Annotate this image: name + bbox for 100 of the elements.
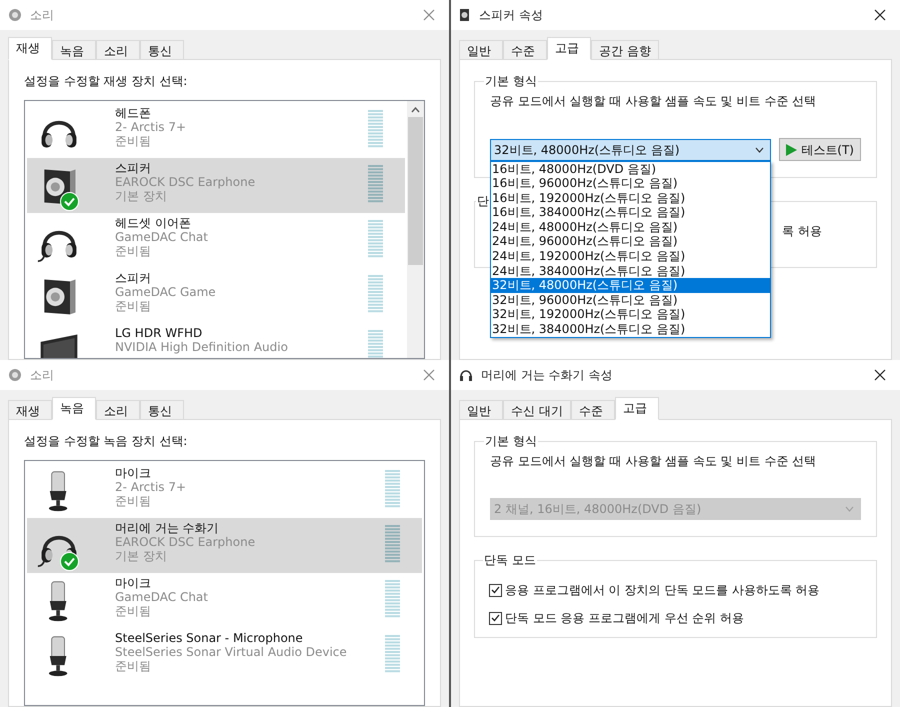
tab[interactable]: 수준 [570,400,615,420]
close-icon[interactable] [874,9,886,21]
window-title: 스피커 속성 [479,7,543,24]
device-status: 준비됨 [115,134,152,148]
device-name: 마이크 [115,576,152,590]
tab[interactable]: 녹음 [52,40,96,60]
tab[interactable]: 소리 [96,40,140,60]
scrollbar-track[interactable] [407,101,424,358]
option-label: 록 허용 [782,223,823,240]
device-status: 준비됨 [115,659,152,673]
level-meter [368,220,383,258]
dropdown-option[interactable]: 16비트, 96000Hz(스튜디오 음질) [491,176,770,191]
dropdown-option[interactable]: 32비트, 384000Hz(스튜디오 음질) [491,322,770,337]
dropdown-option[interactable]: 32비트, 192000Hz(스튜디오 음질) [491,307,770,322]
level-meter [368,110,383,148]
device-item[interactable]: 스피커 GameDAC Game 준비됨 [27,268,405,323]
device-item[interactable]: 헤드폰 2- Arctis 7+ 준비됨 [27,103,405,158]
level-meter [385,580,400,618]
device-detail: GameDAC Game [115,285,216,299]
checkmark-icon [491,586,500,594]
chevron-down-icon [755,146,764,152]
level-meter [368,330,383,358]
prompt-label: 설정을 수정할 재생 장치 선택: [24,73,188,90]
level-meter [385,635,400,673]
tab[interactable]: 고급 [547,37,591,60]
dropdown-option[interactable]: 24비트, 192000Hz(스튜디오 음질) [491,249,770,264]
device-name: 스피커 [115,161,152,175]
device-item[interactable]: 머리에 거는 수화기 EAROCK DSC Earphone 기본 장치 [27,518,422,573]
tab[interactable]: 공간 음향 [591,40,659,60]
tab[interactable]: 일반 [459,400,503,420]
device-status: 준비됨 [115,244,152,258]
device-name: 헤드셋 이어폰 [115,216,192,230]
checkbox-label: 단독 모드 응용 프로그램에게 우선 순위 허용 [505,610,744,627]
device-detail: 2- Arctis 7+ [115,480,186,494]
device-item[interactable]: 마이크 GameDAC Chat 준비됨 [27,573,422,628]
dropdown-option[interactable]: 16비트, 384000Hz(스튜디오 음질) [491,205,770,220]
device-name: 헤드폰 [115,106,152,120]
device-item[interactable]: 마이크 2- Arctis 7+ 준비됨 [27,463,422,518]
device-detail: 2- Arctis 7+ [115,120,186,134]
scroll-up-icon[interactable] [411,107,420,113]
headset-icon [459,368,473,382]
level-meter [385,525,400,563]
test-button[interactable]: 테스트(T) [779,138,861,161]
chevron-down-icon [845,506,854,512]
tab[interactable]: 수준 [503,40,547,60]
speaker-icon [459,8,471,22]
device-status: 준비됨 [115,494,152,508]
prompt-label: 설정을 수정할 녹음 장치 선택: [24,433,188,450]
device-detail: EAROCK DSC Earphone [115,175,256,189]
group-legend: 단독 모드 [483,551,537,569]
device-detail: GameDAC Chat [115,590,208,604]
device-name: 머리에 거는 수화기 [115,521,220,535]
device-name: SteelSeries Sonar - Microphone [115,631,304,645]
format-description: 공유 모드에서 실행할 때 사용할 샘플 속도 및 비트 수준 선택 [490,93,818,110]
device-status: 기본 장치 [115,189,168,203]
checkbox[interactable] [489,612,502,624]
level-meter [368,165,383,203]
dropdown-option[interactable]: 32비트, 96000Hz(스튜디오 음질) [491,292,770,308]
dropdown-option[interactable]: 24비트, 384000Hz(스튜디오 음질) [491,264,770,278]
tab[interactable]: 재생 [8,37,52,60]
device-item[interactable]: SteelSeries Sonar - Microphone SteelSeries Sonar Virtual Audio Device 준비됨 [27,628,422,683]
format-dropdown[interactable]: 32비트, 48000Hz(스튜디오 음질) [490,138,772,160]
dropdown-option[interactable]: 16비트, 192000Hz(스튜디오 음질) [491,190,770,206]
group-legend: 기본 형식 [484,432,538,450]
tab[interactable]: 녹음 [52,397,96,420]
device-name: LG HDR WFHD [115,326,204,340]
tab[interactable]: 수신 대기 [503,400,571,420]
close-icon[interactable] [874,369,886,381]
window-title: 소리 [30,367,54,384]
tab[interactable]: 통신 [140,400,184,420]
device-detail: GameDAC Chat [115,230,208,244]
group-legend: 기본 형식 [484,72,538,90]
device-status: 준비됨 [115,604,152,618]
format-description: 공유 모드에서 실행할 때 사용할 샘플 속도 및 비트 수준 선택 [490,453,818,470]
dropdown-option[interactable]: 16비트, 48000Hz(DVD 음질) [491,162,770,176]
device-status: 기본 장치 [115,549,168,563]
device-item[interactable]: 헤드셋 이어폰 GameDAC Chat 준비됨 [27,213,405,268]
dropdown-option[interactable]: 24비트, 48000Hz(스튜디오 음질) [491,220,770,234]
window-title: 머리에 거는 수화기 속성 [481,367,612,384]
dropdown-option[interactable]: 32비트, 48000Hz(스튜디오 음질) [491,278,770,293]
scrollbar-thumb[interactable] [408,117,423,265]
tab[interactable]: 재생 [8,400,52,420]
device-status: 준비됨 [115,299,152,313]
device-detail: SteelSeries Sonar Virtual Audio Device [115,645,347,659]
level-meter [385,470,400,508]
tab[interactable]: 고급 [614,397,659,420]
tab[interactable]: 일반 [459,40,503,60]
checkbox-label: 응용 프로그램에서 이 장치의 단독 모드를 사용하도록 허용 [505,582,820,599]
play-icon [786,144,798,156]
checkbox[interactable] [489,584,502,596]
group-legend: 단 [476,192,490,210]
tab[interactable]: 통신 [140,40,184,60]
speaker-dial-icon [8,368,22,382]
tab[interactable]: 소리 [96,400,140,420]
level-meter [368,275,383,313]
device-name: 스피커 [115,271,152,285]
device-item[interactable]: 스피커 EAROCK DSC Earphone 기본 장치 [27,158,405,213]
device-detail: EAROCK DSC Earphone [115,535,256,549]
speaker-dial-icon [8,8,22,22]
dropdown-option[interactable]: 24비트, 96000Hz(스튜디오 음질) [491,234,770,250]
